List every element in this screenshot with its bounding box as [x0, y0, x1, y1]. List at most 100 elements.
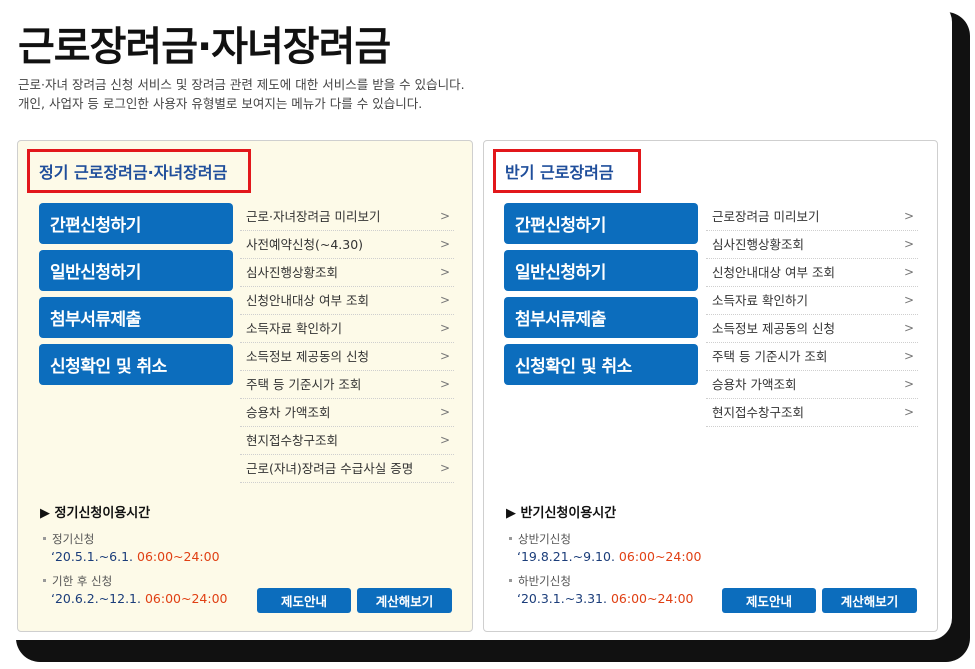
period-label: 정기신청: [42, 531, 228, 546]
menu-item-label: 현지접수창구조회: [712, 405, 805, 420]
service-hours-list: 상반기신청 ‘19.8.21.~9.10. 06:00~24:00 하반기신청 …: [508, 531, 701, 615]
menu-item-label: 주택 등 기준시가 조회: [712, 349, 828, 364]
system-info-button[interactable]: 제도안내: [257, 588, 351, 613]
chevron-right-icon: >: [439, 349, 450, 363]
period-value: ‘19.8.21.~9.10. 06:00~24:00: [508, 549, 701, 564]
menu-item[interactable]: 심사진행상황조회 >: [240, 259, 454, 287]
menu-item[interactable]: 신청안내대상 여부 조회 >: [240, 287, 454, 315]
menu-item-label: 심사진행상황조회: [712, 237, 805, 252]
period-hours: 06:00~24:00: [144, 591, 228, 606]
chevron-right-icon: >: [439, 265, 450, 279]
menu-item-label: 소득정보 제공동의 신청: [246, 349, 369, 364]
check-cancel-button[interactable]: 신청확인 및 취소: [504, 344, 698, 385]
period-label: 하반기신청: [508, 573, 701, 588]
simple-apply-button[interactable]: 간편신청하기: [39, 203, 233, 244]
period-value: ‘20.5.1.~6.1. 06:00~24:00: [42, 549, 228, 564]
period-hours: 06:00~24:00: [610, 591, 694, 606]
menu-item[interactable]: 승용차 가액조회 >: [240, 399, 454, 427]
general-apply-button[interactable]: 일반신청하기: [504, 250, 698, 291]
menu-item-label: 근로·자녀장려금 미리보기: [246, 209, 381, 224]
chevron-right-icon: >: [903, 377, 914, 391]
menu-item-label: 승용차 가액조회: [246, 405, 331, 420]
service-menu: 근로장려금 미리보기 > 심사진행상황조회 > 신청안내대상 여부 조회 > 소득자료…: [706, 203, 918, 427]
period-date: ‘19.8.21.~9.10.: [517, 549, 615, 564]
chevron-right-icon: >: [439, 433, 450, 447]
menu-item[interactable]: 소득정보 제공동의 신청 >: [706, 315, 918, 343]
chevron-right-icon: >: [439, 209, 450, 223]
menu-item-label: 근로(자녀)장려금 수급사실 증명: [246, 461, 414, 476]
main-action-buttons: 간편신청하기 일반신청하기 첨부서류제출 신청확인 및 취소: [504, 203, 698, 391]
menu-item[interactable]: 근로·자녀장려금 미리보기 >: [240, 203, 454, 231]
submit-documents-button[interactable]: 첨부서류제출: [39, 297, 233, 338]
calculate-button[interactable]: 계산해보기: [822, 588, 917, 613]
submit-documents-button[interactable]: 첨부서류제출: [504, 297, 698, 338]
service-hours-item: 정기신청 ‘20.5.1.~6.1. 06:00~24:00: [42, 531, 228, 564]
menu-item[interactable]: 심사진행상황조회 >: [706, 231, 918, 259]
period-date: ‘20.3.1.~3.31.: [517, 591, 607, 606]
menu-item-label: 근로장려금 미리보기: [712, 209, 820, 224]
description-line: 개인, 사업자 등 로그인한 사용자 유형별로 보여지는 메뉴가 다를 수 있습…: [18, 96, 423, 111]
chevron-right-icon: >: [439, 377, 450, 391]
period-label: 상반기신청: [508, 531, 701, 546]
regular-incentive-panel: 정기 근로장려금·자녀장려금 간편신청하기 일반신청하기 첨부서류제출 신청확인…: [17, 140, 473, 632]
panel-heading: 반기 근로장려금: [493, 149, 641, 193]
panel-heading: 정기 근로장려금·자녀장려금: [27, 149, 251, 193]
menu-item[interactable]: 근로(자녀)장려금 수급사실 증명 >: [240, 455, 454, 483]
menu-item[interactable]: 소득정보 제공동의 신청 >: [240, 343, 454, 371]
period-hours: 06:00~24:00: [137, 549, 220, 564]
semiannual-incentive-panel: 반기 근로장려금 간편신청하기 일반신청하기 첨부서류제출 신청확인 및 취소 …: [483, 140, 938, 632]
panel-actions: 제도안내 계산해보기: [722, 588, 917, 613]
chevron-right-icon: >: [439, 405, 450, 419]
period-date: ‘20.6.2.~12.1.: [51, 591, 141, 606]
panel-actions: 제도안내 계산해보기: [257, 588, 452, 613]
menu-item-label: 소득자료 확인하기: [712, 293, 808, 308]
menu-item-label: 현지접수창구조회: [246, 433, 339, 448]
service-hours-title: ▶ 반기신청이용시간: [506, 502, 616, 521]
chevron-right-icon: >: [439, 321, 450, 335]
system-info-button[interactable]: 제도안내: [722, 588, 816, 613]
menu-item-label: 신청안내대상 여부 조회: [712, 265, 835, 280]
calculate-button[interactable]: 계산해보기: [357, 588, 452, 613]
menu-item[interactable]: 현지접수창구조회 >: [240, 427, 454, 455]
service-hours-item: 하반기신청 ‘20.3.1.~3.31. 06:00~24:00: [508, 573, 701, 606]
chevron-right-icon: >: [439, 237, 450, 251]
chevron-right-icon: >: [903, 265, 914, 279]
chevron-right-icon: >: [903, 349, 914, 363]
chevron-right-icon: >: [439, 461, 450, 475]
triangle-right-icon: ▶: [506, 506, 516, 521]
service-hours-item: 상반기신청 ‘19.8.21.~9.10. 06:00~24:00: [508, 531, 701, 564]
period-label: 기한 후 신청: [42, 573, 228, 588]
menu-item[interactable]: 주택 등 기준시가 조회 >: [706, 343, 918, 371]
menu-item[interactable]: 근로장려금 미리보기 >: [706, 203, 918, 231]
page-title: 근로장려금·자녀장려금: [18, 24, 391, 70]
menu-item-label: 승용차 가액조회: [712, 377, 797, 392]
service-hours-label: 정기신청이용시간: [54, 506, 151, 521]
description-line: 근로·자녀 장려금 신청 서비스 및 장려금 관련 제도에 대한 서비스를 받을…: [18, 77, 465, 92]
menu-item-label: 소득정보 제공동의 신청: [712, 321, 835, 336]
chevron-right-icon: >: [903, 321, 914, 335]
menu-item[interactable]: 주택 등 기준시가 조회 >: [240, 371, 454, 399]
triangle-right-icon: ▶: [40, 506, 50, 521]
menu-item-label: 심사진행상황조회: [246, 265, 339, 280]
menu-item[interactable]: 현지접수창구조회 >: [706, 399, 918, 427]
general-apply-button[interactable]: 일반신청하기: [39, 250, 233, 291]
chevron-right-icon: >: [903, 209, 914, 223]
menu-item[interactable]: 신청안내대상 여부 조회 >: [706, 259, 918, 287]
menu-item[interactable]: 승용차 가액조회 >: [706, 371, 918, 399]
main-action-buttons: 간편신청하기 일반신청하기 첨부서류제출 신청확인 및 취소: [39, 203, 233, 391]
period-date: ‘20.5.1.~6.1.: [51, 549, 134, 564]
service-menu: 근로·자녀장려금 미리보기 > 사전예약신청(~4.30) > 심사진행상황조회 > …: [240, 203, 454, 483]
service-hours-list: 정기신청 ‘20.5.1.~6.1. 06:00~24:00 기한 후 신청 ‘…: [42, 531, 228, 615]
menu-item[interactable]: 사전예약신청(~4.30) >: [240, 231, 454, 259]
simple-apply-button[interactable]: 간편신청하기: [504, 203, 698, 244]
service-hours-title: ▶ 정기신청이용시간: [40, 502, 150, 521]
menu-item[interactable]: 소득자료 확인하기 >: [706, 287, 918, 315]
check-cancel-button[interactable]: 신청확인 및 취소: [39, 344, 233, 385]
chevron-right-icon: >: [903, 293, 914, 307]
period-value: ‘20.3.1.~3.31. 06:00~24:00: [508, 591, 701, 606]
chevron-right-icon: >: [439, 293, 450, 307]
menu-item-label: 소득자료 확인하기: [246, 321, 342, 336]
content-frame: 근로장려금·자녀장려금 근로·자녀 장려금 신청 서비스 및 장려금 관련 제도…: [0, 0, 952, 640]
menu-item[interactable]: 소득자료 확인하기 >: [240, 315, 454, 343]
period-value: ‘20.6.2.~12.1. 06:00~24:00: [42, 591, 228, 606]
